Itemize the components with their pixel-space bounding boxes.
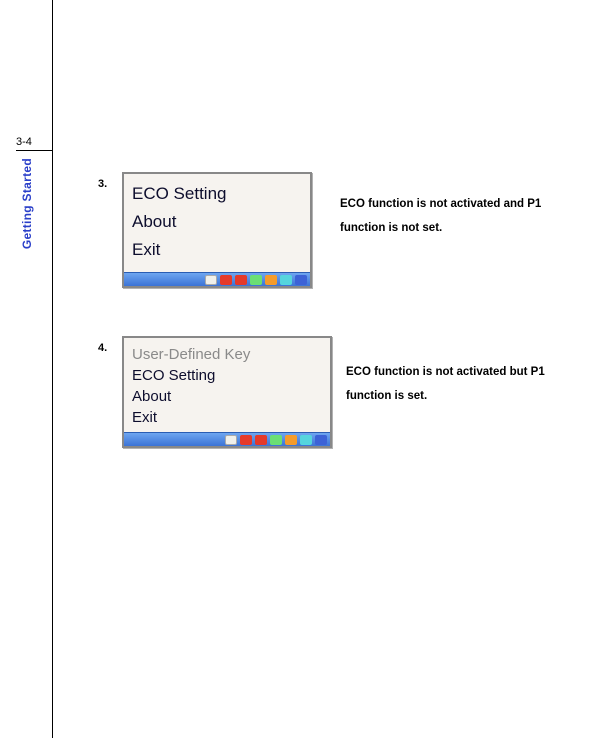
menu-item-eco-setting: ECO Setting <box>132 365 322 386</box>
taskbar-tray <box>124 272 310 286</box>
step-3-caption: ECO function is not activated and P1 fun… <box>312 172 609 240</box>
caption-line: function is set. <box>346 390 427 402</box>
menu-item-exit: Exit <box>132 236 302 264</box>
tray-icon <box>240 435 252 445</box>
page-number: 3-4 <box>16 136 32 148</box>
tray-icon <box>280 275 292 285</box>
tray-icon <box>235 275 247 285</box>
taskbar-tray <box>124 432 330 446</box>
step-3-menu-screenshot: ECO Setting About Exit <box>122 172 312 288</box>
margin-rule <box>52 0 53 738</box>
menu-item-user-defined-key: User-Defined Key <box>132 344 322 365</box>
tray-icon <box>295 275 307 285</box>
step-3-number: 3. <box>98 172 122 190</box>
step-4-menu-screenshot: User-Defined Key ECO Setting About Exit <box>122 336 332 448</box>
step-4-number: 4. <box>98 336 122 354</box>
tray-icon <box>285 435 297 445</box>
document-page: 3-4 Getting Started 3. ECO Setting About… <box>0 0 609 738</box>
menu-item-about: About <box>132 208 302 236</box>
tray-icon <box>315 435 327 445</box>
tray-icon <box>265 275 277 285</box>
tray-icon <box>250 275 262 285</box>
step-4-caption: ECO function is not activated but P1 fun… <box>332 336 609 408</box>
menu-item-exit: Exit <box>132 407 322 428</box>
section-tab: Getting Started <box>20 158 34 249</box>
tray-icon <box>270 435 282 445</box>
caption-line: function is not set. <box>340 222 442 234</box>
step-3-row: 3. ECO Setting About Exit ECO function i… <box>98 172 609 288</box>
tray-icon <box>205 275 217 285</box>
header-rule <box>16 150 52 151</box>
menu-item-eco-setting: ECO Setting <box>132 180 302 208</box>
caption-line: ECO function is not activated but P1 <box>346 366 545 378</box>
tray-icon <box>220 275 232 285</box>
tray-icon <box>255 435 267 445</box>
menu-item-about: About <box>132 386 322 407</box>
tray-icon <box>300 435 312 445</box>
step-4-row: 4. User-Defined Key ECO Setting About Ex… <box>98 336 609 448</box>
tray-icon <box>225 435 237 445</box>
caption-line: ECO function is not activated and P1 <box>340 198 541 210</box>
